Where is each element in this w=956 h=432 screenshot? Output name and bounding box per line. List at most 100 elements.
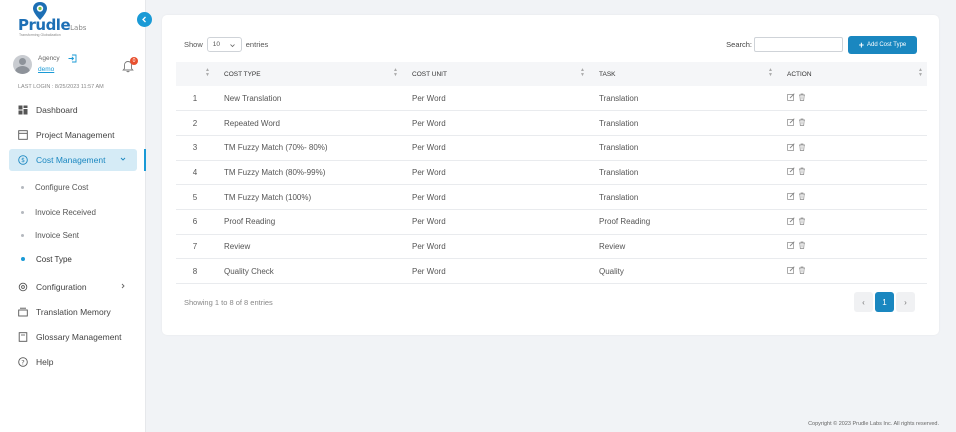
- sidebar-collapse-button[interactable]: [137, 12, 152, 27]
- cost-unit-cell: Per Word: [412, 167, 446, 177]
- cost-type-cell: Quality Check: [224, 266, 274, 276]
- sidebar-subitem-invoice-sent[interactable]: Invoice Sent: [21, 227, 79, 243]
- row-index: 2: [192, 118, 198, 128]
- avatar[interactable]: [13, 55, 32, 74]
- table-header-row: ▲ ▼ COST TYPE ▲ ▼ COST UNIT ▲ ▼ TASK ▲ ▼ ACTION…: [176, 62, 927, 86]
- cost-type-cell: Review: [224, 241, 251, 251]
- sidebar-subitem-configure-cost[interactable]: Configure Cost: [21, 179, 88, 195]
- prev-page-button[interactable]: ‹: [854, 292, 873, 312]
- next-page-button[interactable]: ›: [896, 292, 915, 312]
- sidebar-item-project-management[interactable]: Project Management: [9, 124, 137, 146]
- trash-icon[interactable]: [798, 266, 806, 276]
- page-button-1[interactable]: 1: [875, 292, 894, 312]
- table-row: 2 Repeated Word Per Word Translation: [176, 111, 927, 136]
- edit-icon[interactable]: [787, 167, 795, 177]
- sidebar-subitem-cost-type[interactable]: Cost Type: [21, 251, 72, 267]
- footer-copyright: Copyright © 2023 Prudle Labs Inc. All ri…: [808, 421, 939, 427]
- cost-type-cell: New Translation: [224, 93, 282, 103]
- table-row: 3 TM Fuzzy Match (70%- 80%) Per Word Transl…: [176, 135, 927, 161]
- user-name-link[interactable]: demo: [38, 66, 54, 73]
- sidebar-item-translation-memory[interactable]: Translation Memory: [9, 301, 137, 323]
- edit-icon[interactable]: [787, 217, 795, 227]
- cost-unit-cell: Per Word: [412, 192, 446, 202]
- task-cell: Translation: [599, 118, 639, 128]
- search-control: Search:: [726, 37, 843, 52]
- action-cell: [777, 111, 927, 136]
- user-panel: Agency demo 0: [13, 54, 138, 78]
- row-index: 7: [192, 241, 198, 251]
- add-cost-type-button[interactable]: + Add Cost Type: [848, 36, 917, 54]
- column-header-action[interactable]: ACTION ▲ ▼: [777, 62, 927, 86]
- column-header-cost-unit[interactable]: COST UNIT ▲ ▼: [402, 62, 589, 86]
- task-cell: Review: [599, 241, 626, 251]
- sidebar-subitem-invoice-received[interactable]: Invoice Received: [21, 204, 96, 220]
- brand-logo[interactable]: PrudleLabs Transforming Globalization: [18, 2, 86, 38]
- cost-unit-cell: Per Word: [412, 217, 446, 227]
- column-header-index[interactable]: ▲ ▼: [176, 62, 214, 86]
- page-size-value: 10: [212, 41, 220, 48]
- sort-icon: ▲ ▼: [205, 67, 210, 78]
- action-cell: [777, 86, 927, 111]
- trash-icon[interactable]: [798, 192, 806, 202]
- trash-icon[interactable]: [798, 118, 806, 128]
- task-cell: Translation: [599, 192, 639, 202]
- cost-type-cell: Proof Reading: [224, 217, 276, 227]
- trash-icon[interactable]: [798, 143, 806, 153]
- row-index: 5: [192, 192, 198, 202]
- sidebar-item-dashboard[interactable]: Dashboard: [9, 99, 137, 121]
- task-cell: Quality: [599, 266, 624, 276]
- page-size-select[interactable]: 10: [206, 37, 242, 52]
- row-index: 3: [192, 143, 198, 153]
- action-cell: [777, 209, 927, 234]
- task-cell: Proof Reading: [599, 217, 651, 227]
- sidebar-item-label: Cost Management: [36, 155, 106, 165]
- login-icon[interactable]: [68, 54, 77, 63]
- trash-icon[interactable]: [798, 217, 806, 227]
- column-header-task[interactable]: TASK ▲ ▼: [589, 62, 777, 86]
- notification-badge: 0: [130, 57, 138, 65]
- table-row: 6 Proof Reading Per Word Proof Reading: [176, 209, 927, 235]
- sidebar-item-label: Invoice Received: [35, 207, 96, 217]
- edit-icon[interactable]: [787, 192, 795, 202]
- sidebar-item-help[interactable]: ? Help: [9, 351, 137, 373]
- dashboard-icon: [18, 105, 28, 115]
- row-index: 1: [192, 93, 198, 103]
- table-row: 7 Review Per Word Review: [176, 234, 927, 259]
- cost-type-cell: Repeated Word: [224, 118, 280, 128]
- logo-tagline: Transforming Globalization: [19, 33, 61, 37]
- sidebar-item-label: Help: [36, 357, 54, 367]
- edit-icon[interactable]: [787, 266, 795, 276]
- svg-text:?: ?: [21, 358, 24, 366]
- add-button-label: Add Cost Type: [867, 42, 907, 48]
- action-cell: [777, 259, 927, 284]
- sidebar-item-cost-management[interactable]: $ Cost Management: [9, 149, 137, 171]
- row-index: 6: [192, 217, 198, 227]
- edit-icon[interactable]: [787, 93, 795, 103]
- column-header-cost-type[interactable]: COST TYPE ▲ ▼: [214, 62, 402, 86]
- sort-icon: ▲ ▼: [768, 67, 773, 78]
- sidebar-item-label: Glossary Management: [36, 332, 122, 342]
- sidebar-item-label: Configure Cost: [35, 182, 89, 192]
- chevron-down-icon: [229, 44, 235, 48]
- sidebar-item-label: Invoice Sent: [35, 230, 80, 240]
- search-input[interactable]: [754, 37, 843, 52]
- sidebar-item-label: Translation Memory: [36, 307, 111, 317]
- sidebar-item-configuration[interactable]: Configuration: [9, 276, 137, 298]
- trash-icon[interactable]: [798, 167, 806, 177]
- trash-icon[interactable]: [798, 241, 806, 251]
- cost-type-cell: TM Fuzzy Match (80%-99%): [224, 167, 326, 177]
- sidebar-item-label: Project Management: [36, 130, 115, 140]
- action-cell: [777, 135, 927, 160]
- edit-icon[interactable]: [787, 143, 795, 153]
- logo-wordmark: PrudleLabs: [18, 16, 87, 34]
- sort-icon: ▲ ▼: [918, 67, 923, 78]
- bullet-icon: [21, 185, 24, 189]
- edit-icon[interactable]: [787, 118, 795, 128]
- sidebar-item-glossary-management[interactable]: Glossary Management: [9, 326, 137, 348]
- action-cell: [777, 185, 927, 210]
- book-icon: [18, 332, 28, 342]
- trash-icon[interactable]: [798, 93, 806, 103]
- bullet-icon: [21, 210, 24, 214]
- chevron-left-icon: [142, 16, 146, 23]
- edit-icon[interactable]: [787, 241, 795, 251]
